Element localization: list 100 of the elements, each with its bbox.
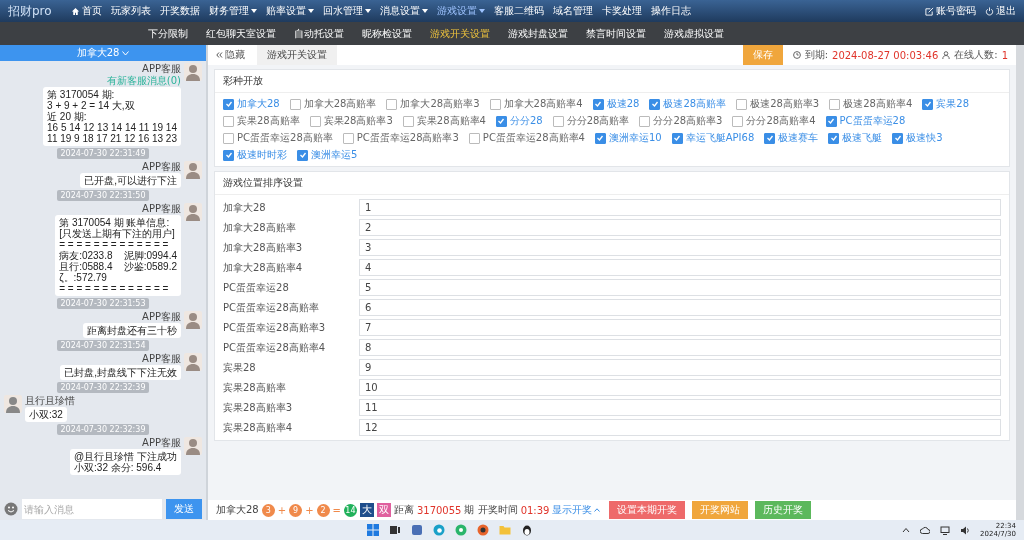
nav-menu-item[interactable]: 游戏设置 <box>436 4 485 18</box>
sort-order-field[interactable]: 9 <box>359 359 1001 376</box>
sort-order-field[interactable]: 2 <box>359 219 1001 236</box>
checkbox[interactable] <box>922 98 934 110</box>
sub-nav-tab[interactable]: 游戏虚拟设置 <box>664 26 724 41</box>
hide-panel-link[interactable]: 隐藏 <box>208 48 253 62</box>
message-timestamp: 2024-07-30 22:31:54 <box>56 340 150 351</box>
avatar-icon <box>184 353 202 371</box>
checkbox-label: 加拿大28高赔率 <box>303 97 377 111</box>
checkbox[interactable] <box>223 149 234 161</box>
sub-nav-tab[interactable]: 下分限制 <box>148 26 188 41</box>
cloud-icon[interactable] <box>920 526 931 534</box>
field-label: 宾果28高赔率3 <box>223 400 294 415</box>
nav-menu-item[interactable]: 开奖数据 <box>159 4 200 18</box>
nav-menu-item[interactable]: 玩家列表 <box>110 4 151 18</box>
sub-nav-tab[interactable]: 禁言时间设置 <box>586 26 646 41</box>
checkbox[interactable] <box>736 98 748 110</box>
nav-menu-item[interactable]: 财务管理 <box>208 4 257 18</box>
browser-icon[interactable] <box>433 524 446 536</box>
scrollbar[interactable] <box>1016 45 1024 520</box>
checkbox[interactable] <box>342 132 354 144</box>
result-ball: 2 <box>316 503 330 517</box>
message-bubble: 第 3170054 期 账单信息: [只发送上期有下注的用户] = = = = = = = = = = = = = 病友:0233.8 泥脚:0994.4 且行:0588.4 沙鉴:0589.2 ζ。:572.79 = = = = = = = = = = = = = <box>55 215 181 296</box>
account-password-link[interactable]: 账号密码 <box>925 4 976 18</box>
browser-icon[interactable] <box>455 524 468 536</box>
avatar-icon <box>184 161 202 179</box>
checkbox[interactable] <box>223 98 234 110</box>
sort-order-field[interactable]: 5 <box>359 279 1001 296</box>
checkbox[interactable] <box>828 132 840 144</box>
checkbox[interactable] <box>386 98 398 110</box>
caret-icon[interactable] <box>902 527 911 533</box>
checkbox[interactable] <box>892 132 904 144</box>
checkbox-label: 极速时时彩 <box>237 148 287 162</box>
field-label: 加拿大28 <box>223 200 267 215</box>
task-view-icon[interactable] <box>389 524 402 536</box>
sort-order-field[interactable]: 4 <box>359 259 1001 276</box>
emoji-icon[interactable] <box>4 502 18 516</box>
app-icon[interactable] <box>477 524 490 536</box>
checkbox[interactable] <box>594 132 606 144</box>
nav-menu-item[interactable]: 操作日志 <box>650 4 691 18</box>
sub-nav-tab[interactable]: 红包聊天室设置 <box>206 26 276 41</box>
sort-order-field[interactable]: 8 <box>359 339 1001 356</box>
penguin-icon[interactable] <box>521 524 534 536</box>
sort-order-field[interactable]: 12 <box>359 419 1001 436</box>
checkbox[interactable] <box>468 132 480 144</box>
logout-link[interactable]: 退出 <box>985 4 1016 18</box>
checkbox-label: 分分28高赔率 <box>566 114 630 128</box>
message-input[interactable]: 请输入消息 <box>22 499 162 519</box>
checkbox[interactable] <box>829 98 841 110</box>
show-draw-link[interactable]: 显示开奖 <box>552 503 601 517</box>
nav-menu-item[interactable]: 域名管理 <box>552 4 593 18</box>
checkbox[interactable] <box>639 115 651 127</box>
user-icon <box>942 51 951 59</box>
sort-order-field[interactable]: 1 <box>359 199 1001 216</box>
avatar-icon <box>184 63 202 81</box>
sub-nav-tab[interactable]: 昵称检设置 <box>362 26 412 41</box>
field-label: 加拿大28高赔率3 <box>223 240 304 255</box>
section-title: 彩种开放 <box>215 70 1009 93</box>
nav-menu-item[interactable]: 首页 <box>70 4 102 18</box>
field-label: 加拿大28高赔率4 <box>223 260 304 275</box>
checkbox[interactable] <box>309 115 321 127</box>
checkbox[interactable] <box>223 132 234 144</box>
checkbox[interactable] <box>297 149 308 161</box>
checkbox[interactable] <box>489 98 501 110</box>
checkbox[interactable] <box>732 115 744 127</box>
checkbox[interactable] <box>764 132 776 144</box>
sort-order-field[interactable]: 10 <box>359 379 1001 396</box>
checkbox[interactable] <box>552 115 564 127</box>
sort-order-field[interactable]: 11 <box>359 399 1001 416</box>
checkbox[interactable] <box>825 115 837 127</box>
checkbox[interactable] <box>649 98 661 110</box>
page-tab[interactable]: 游戏开关设置 <box>257 45 337 65</box>
nav-menu-item[interactable]: 卡奖处理 <box>601 4 642 18</box>
checkbox-label: 极速28 <box>606 97 640 111</box>
power-icon <box>985 6 994 16</box>
nav-menu-item[interactable]: 消息设置 <box>379 4 428 18</box>
message-bubble: 已开盘,可以进行下注 <box>80 173 181 188</box>
checkbox[interactable] <box>289 98 301 110</box>
nav-menu-item[interactable]: 回水管理 <box>322 4 371 18</box>
expiry-date: 2024-08-27 00:03:46 <box>832 49 939 61</box>
sort-order-field[interactable]: 6 <box>359 299 1001 316</box>
field-label: PC蛋蛋幸运28高赔率3 <box>223 320 327 335</box>
game-name: 加拿大28 <box>216 503 259 517</box>
checkbox[interactable] <box>592 98 604 110</box>
speaker-icon[interactable] <box>960 525 971 535</box>
nav-menu-item[interactable]: 客服二维码 <box>493 4 544 18</box>
checkbox[interactable] <box>402 115 414 127</box>
sub-nav-tab[interactable]: 游戏封盘设置 <box>508 26 568 41</box>
checkbox[interactable] <box>495 115 507 127</box>
checkbox[interactable] <box>671 132 683 144</box>
sub-nav-tab[interactable]: 游戏开关设置 <box>430 26 490 41</box>
windows-start-icon[interactable] <box>367 524 380 536</box>
sort-order-field[interactable]: 3 <box>359 239 1001 256</box>
sort-order-field[interactable]: 7 <box>359 319 1001 336</box>
sender-name: APP客服 <box>142 437 181 448</box>
checkbox[interactable] <box>223 115 234 127</box>
message-bubble: @且行且珍惜 下注成功 小双:32 余分: 596.4 <box>70 449 181 475</box>
checkbox-label: 极速赛车 <box>778 131 819 145</box>
nav-menu-item[interactable]: 赔率设置 <box>265 4 314 18</box>
sub-nav-tab[interactable]: 自动托设置 <box>294 26 344 41</box>
